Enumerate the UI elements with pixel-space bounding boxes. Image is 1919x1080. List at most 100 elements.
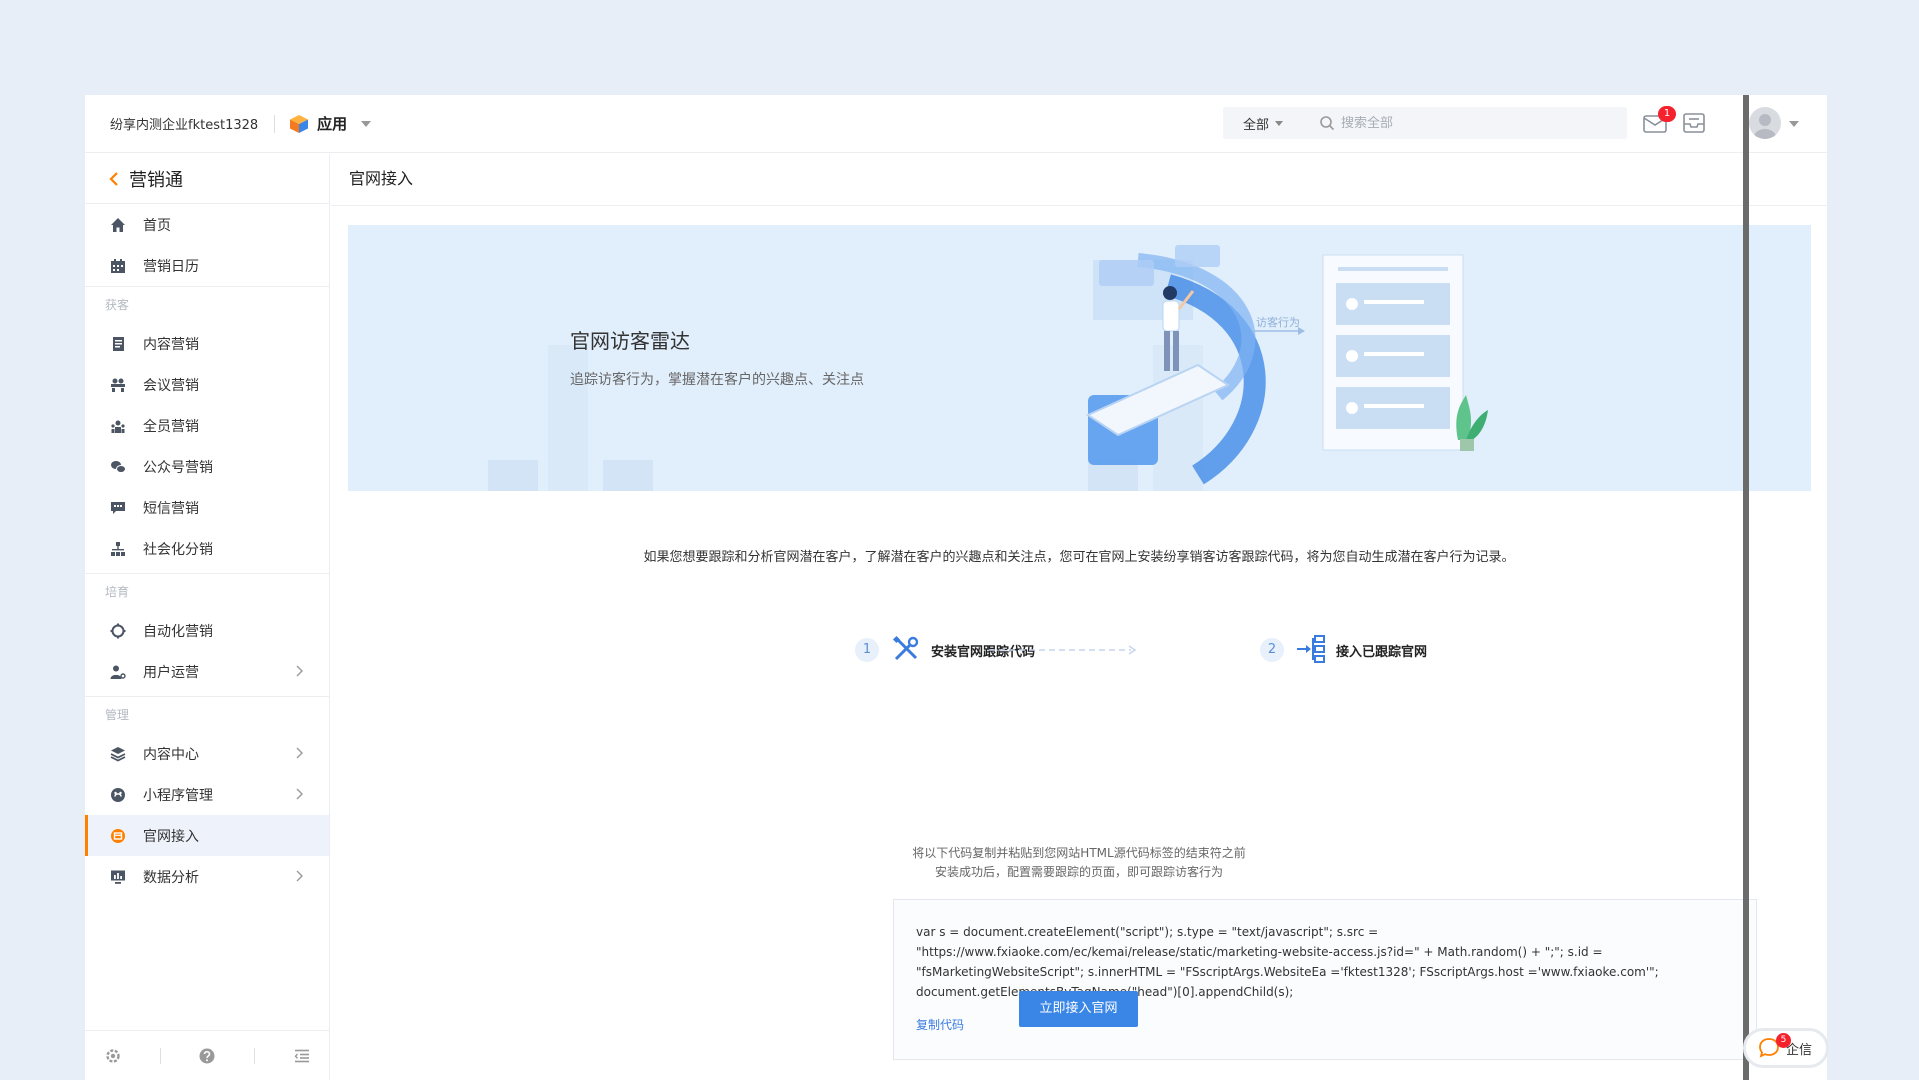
global-search: 全部 <box>1223 107 1627 139</box>
sidebar-item-label: 会议营销 <box>143 377 199 394</box>
sidebar-item-content-center[interactable]: 内容中心 <box>85 733 329 774</box>
app-cube-icon <box>290 114 309 133</box>
sidebar-item-miniprogram[interactable]: 小程序管理 <box>85 774 329 815</box>
sidebar-item-sms-marketing[interactable]: 短信营销 <box>85 487 329 528</box>
copy-code-link[interactable]: 复制代码 <box>916 1016 964 1033</box>
app-switcher-label: 应用 <box>317 115 348 133</box>
search-icon[interactable] <box>1319 115 1335 131</box>
website-icon <box>109 827 127 845</box>
chevron-down-icon[interactable] <box>1789 121 1799 127</box>
sidebar-item-wechat-marketing[interactable]: 公众号营销 <box>85 446 329 487</box>
page-title: 官网接入 <box>331 154 1827 206</box>
step-arrow <box>989 645 1137 655</box>
sidebar-item-label: 首页 <box>143 217 171 234</box>
setup-steps: 1 安装官网跟踪代码 2 接入已跟踪官网 <box>331 626 1827 666</box>
code-line: "fsMarketingWebsiteScript"; s.innerHTML … <box>916 965 1659 979</box>
visitor-radar-illustration: 访客行为 <box>488 245 1488 491</box>
scrollbar[interactable] <box>1743 95 1749 1080</box>
connect-icon <box>1297 635 1325 663</box>
sidebar-item-all-staff-marketing[interactable]: 全员营销 <box>85 405 329 446</box>
sidebar-item-label: 数据分析 <box>143 869 199 886</box>
divider <box>159 1047 161 1064</box>
intro-text: 如果您想要跟踪和分析官网潜在客户，了解潜在客户的兴趣点和关注点，您可在官网上安装… <box>643 550 1515 565</box>
app-window: 纷享内测企业fktest1328 应用 全部 搜索全部 1 营销通 首页 营销日… <box>85 95 1827 1080</box>
sidebar-item-user-operations[interactable]: 用户运营 <box>85 651 329 692</box>
company-name: 纷享内测企业fktest1328 <box>110 118 259 133</box>
org-tree-icon <box>109 540 127 558</box>
layers-icon <box>109 745 127 763</box>
user-ops-icon <box>109 663 127 681</box>
sidebar-item-label: 社会化分销 <box>143 541 213 558</box>
sidebar-item-home[interactable]: 首页 <box>85 204 329 245</box>
sidebar-item-label: 自动化营销 <box>143 623 213 640</box>
chevron-right-icon <box>296 870 303 882</box>
sidebar-item-label: 用户运营 <box>143 664 199 681</box>
sidebar-item-label: 全员营销 <box>143 418 199 435</box>
avatar[interactable] <box>1749 107 1781 139</box>
sidebar-group-title: 培育 <box>105 585 130 599</box>
sidebar: 营销通 首页 营销日历 获客 内容营销 会议营销 全员营销 公众号营销 短信营销… <box>85 154 330 1080</box>
sidebar-item-data-analysis[interactable]: 数据分析 <box>85 856 329 897</box>
sidebar-item-content-marketing[interactable]: 内容营销 <box>85 323 329 364</box>
user-icon <box>1754 114 1776 139</box>
gear-icon[interactable] <box>104 1047 122 1065</box>
wechat-icon <box>109 458 127 476</box>
sidebar-item-meeting-marketing[interactable]: 会议营销 <box>85 364 329 405</box>
sidebar-item-calendar[interactable]: 营销日历 <box>85 245 329 286</box>
main-content: 官网接入 访客行为 官网访客雷达 追踪访客行为，掌握潜在客户的兴趣点、关注点 如… <box>331 154 1827 1080</box>
step-number: 2 <box>1260 638 1284 662</box>
connect-website-button[interactable]: 立即接入官网 <box>1019 991 1138 1027</box>
divider <box>274 114 276 133</box>
install-hint-line: 安装成功后，配置需要跟踪的页面，即可跟踪访客行为 <box>934 865 1223 879</box>
sidebar-item-label: 营销日历 <box>143 258 199 275</box>
code-line: var s = document.createElement("script")… <box>916 925 1379 939</box>
banner-art-label: 访客行为 <box>1256 315 1300 329</box>
sidebar-group-title: 获客 <box>105 298 130 312</box>
miniprogram-icon <box>109 786 127 804</box>
top-bar: 纷享内测企业fktest1328 应用 全部 搜索全部 1 <box>85 95 1827 153</box>
search-scope-select[interactable]: 全部 <box>1243 114 1284 133</box>
sidebar-item-label: 内容中心 <box>143 746 199 763</box>
banner-title: 官网访客雷达 <box>570 329 690 353</box>
sidebar-item-label: 公众号营销 <box>143 459 213 476</box>
divider <box>254 1047 256 1064</box>
inbox-icon[interactable] <box>1681 111 1707 135</box>
team-icon <box>109 417 127 435</box>
sidebar-item-website-access[interactable]: 官网接入 <box>85 815 329 856</box>
sidebar-item-label: 短信营销 <box>143 500 199 517</box>
chevron-right-icon <box>296 665 303 677</box>
notification-badge: 1 <box>1658 106 1676 122</box>
install-hint: 将以下代码复制并粘贴到您网站HTML源代码标签的结束符之前 安装成功后，配置需要… <box>331 844 1827 882</box>
sidebar-header[interactable]: 营销通 <box>85 154 329 204</box>
meeting-icon <box>109 376 127 394</box>
sidebar-footer <box>85 1030 330 1080</box>
tools-icon <box>892 635 919 661</box>
sidebar-group-title: 管理 <box>105 708 130 722</box>
sidebar-item-social-distribution[interactable]: 社会化分销 <box>85 528 329 569</box>
sidebar-item-label: 官网接入 <box>143 828 199 845</box>
automation-icon <box>109 622 127 640</box>
help-icon[interactable] <box>198 1047 216 1065</box>
step-label: 接入已跟踪官网 <box>1336 645 1428 660</box>
tracking-code-box[interactable]: var s = document.createElement("script")… <box>893 899 1757 1060</box>
sidebar-item-automation-marketing[interactable]: 自动化营销 <box>85 610 329 651</box>
banner-subtitle: 追踪访客行为，掌握潜在客户的兴趣点、关注点 <box>570 372 864 388</box>
chevron-left-icon[interactable] <box>109 171 119 186</box>
step-number: 1 <box>855 638 879 662</box>
chevron-right-icon <box>296 788 303 800</box>
hero-banner: 访客行为 官网访客雷达 追踪访客行为，掌握潜在客户的兴趣点、关注点 <box>348 225 1811 491</box>
app-switcher[interactable]: 应用 <box>289 113 372 134</box>
qixin-chat-button[interactable]: 5 企信 <box>1743 1028 1829 1068</box>
search-scope-label: 全部 <box>1243 117 1270 133</box>
install-hint-line: 将以下代码复制并粘贴到您网站HTML源代码标签的结束符之前 <box>912 846 1246 860</box>
chevron-down-icon <box>361 120 372 127</box>
qixin-badge: 5 <box>1776 1033 1791 1048</box>
collapse-menu-icon[interactable] <box>293 1047 311 1065</box>
search-input[interactable] <box>1341 115 1602 131</box>
sidebar-title: 营销通 <box>129 169 183 191</box>
chevron-right-icon <box>296 747 303 759</box>
tracking-code[interactable]: var s = document.createElement("script")… <box>916 922 1734 1002</box>
home-icon <box>109 216 127 234</box>
code-line: "https://www.fxiaoke.com/ec/kemai/releas… <box>916 945 1603 959</box>
sms-icon <box>109 499 127 517</box>
